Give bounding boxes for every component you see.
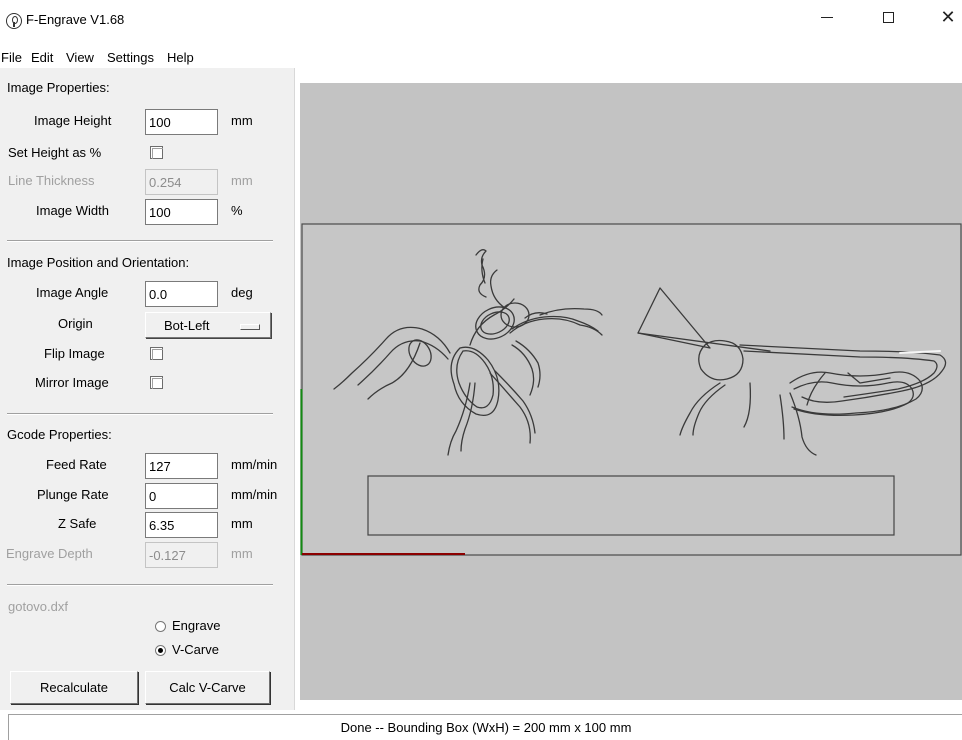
engrave-radio[interactable]: [155, 621, 166, 632]
origin-value: Bot-Left: [164, 318, 210, 333]
line-thickness-unit: mm: [231, 173, 253, 188]
menu-edit[interactable]: Edit: [31, 50, 53, 65]
engrave-depth-label: Engrave Depth: [6, 546, 93, 561]
feed-rate-label: Feed Rate: [46, 457, 107, 472]
set-height-pct-label: Set Height as %: [8, 145, 102, 160]
menu-file[interactable]: File: [1, 50, 22, 65]
settings-panel: Image Properties: Image Height mm Set He…: [0, 68, 295, 710]
origin-label: Origin: [58, 316, 93, 331]
mirror-image-checkbox[interactable]: [150, 376, 163, 389]
z-safe-label: Z Safe: [58, 516, 97, 531]
image-angle-label: Image Angle: [36, 285, 109, 300]
engraving-preview: [300, 223, 962, 556]
flip-image-label: Flip Image: [44, 346, 105, 361]
separator: [7, 413, 273, 415]
calc-vcarve-button[interactable]: Calc V-Carve: [145, 671, 270, 704]
engrave-radio-label[interactable]: Engrave: [172, 618, 220, 633]
file-name: gotovo.dxf: [8, 599, 68, 614]
line-thickness-label: Line Thickness: [8, 173, 95, 188]
menu-help[interactable]: Help: [167, 50, 194, 65]
vcarve-radio[interactable]: [155, 645, 166, 656]
menu-settings[interactable]: Settings: [107, 50, 154, 65]
z-safe-input[interactable]: [145, 512, 218, 538]
line-thickness-input: [145, 169, 218, 195]
dropdown-indicator-icon: [240, 324, 260, 330]
separator: [7, 584, 273, 586]
preview-canvas[interactable]: [300, 83, 962, 700]
image-properties-header: Image Properties:: [7, 80, 110, 95]
plunge-rate-unit: mm/min: [231, 487, 278, 502]
origin-dropdown[interactable]: Bot-Left: [145, 312, 271, 338]
engrave-depth-input: [145, 542, 218, 568]
position-header: Image Position and Orientation:: [7, 255, 190, 270]
minimize-icon: [821, 16, 833, 18]
z-safe-unit: mm: [231, 516, 253, 531]
mirror-image-label: Mirror Image: [35, 375, 109, 390]
minimize-button[interactable]: [805, 0, 849, 40]
menu-view[interactable]: View: [66, 50, 94, 65]
engrave-depth-unit: mm: [231, 546, 253, 561]
vcarve-radio-label[interactable]: V-Carve: [172, 642, 219, 657]
status-bar: Done -- Bounding Box (WxH) = 200 mm x 10…: [8, 714, 962, 740]
image-width-input[interactable]: [145, 199, 218, 225]
image-angle-input[interactable]: [145, 281, 218, 307]
feed-rate-unit: mm/min: [231, 457, 278, 472]
maximize-icon: [882, 11, 894, 23]
gcode-header: Gcode Properties:: [7, 427, 112, 442]
close-icon: ✕: [940, 6, 956, 27]
close-button[interactable]: ✕: [926, 0, 962, 40]
plunge-rate-label: Plunge Rate: [37, 487, 109, 502]
flip-image-checkbox[interactable]: [150, 347, 163, 360]
maximize-button[interactable]: [866, 0, 910, 40]
feed-rate-input[interactable]: [145, 453, 218, 479]
bounding-box: [301, 223, 962, 556]
image-width-label: Image Width: [36, 203, 109, 218]
image-angle-unit: deg: [231, 285, 253, 300]
separator: [7, 240, 273, 242]
title-bar: F-Engrave V1.68 ✕: [0, 0, 962, 40]
app-icon: [6, 13, 22, 29]
image-width-unit: %: [231, 203, 243, 218]
image-height-input[interactable]: [145, 109, 218, 135]
recalculate-button[interactable]: Recalculate: [10, 671, 138, 704]
plunge-rate-input[interactable]: [145, 483, 218, 509]
image-height-label: Image Height: [34, 113, 112, 128]
status-text: Done -- Bounding Box (WxH) = 200 mm x 10…: [340, 720, 632, 735]
image-height-unit: mm: [231, 113, 253, 128]
set-height-pct-checkbox[interactable]: [150, 146, 163, 159]
window-title: F-Engrave V1.68: [26, 12, 125, 27]
